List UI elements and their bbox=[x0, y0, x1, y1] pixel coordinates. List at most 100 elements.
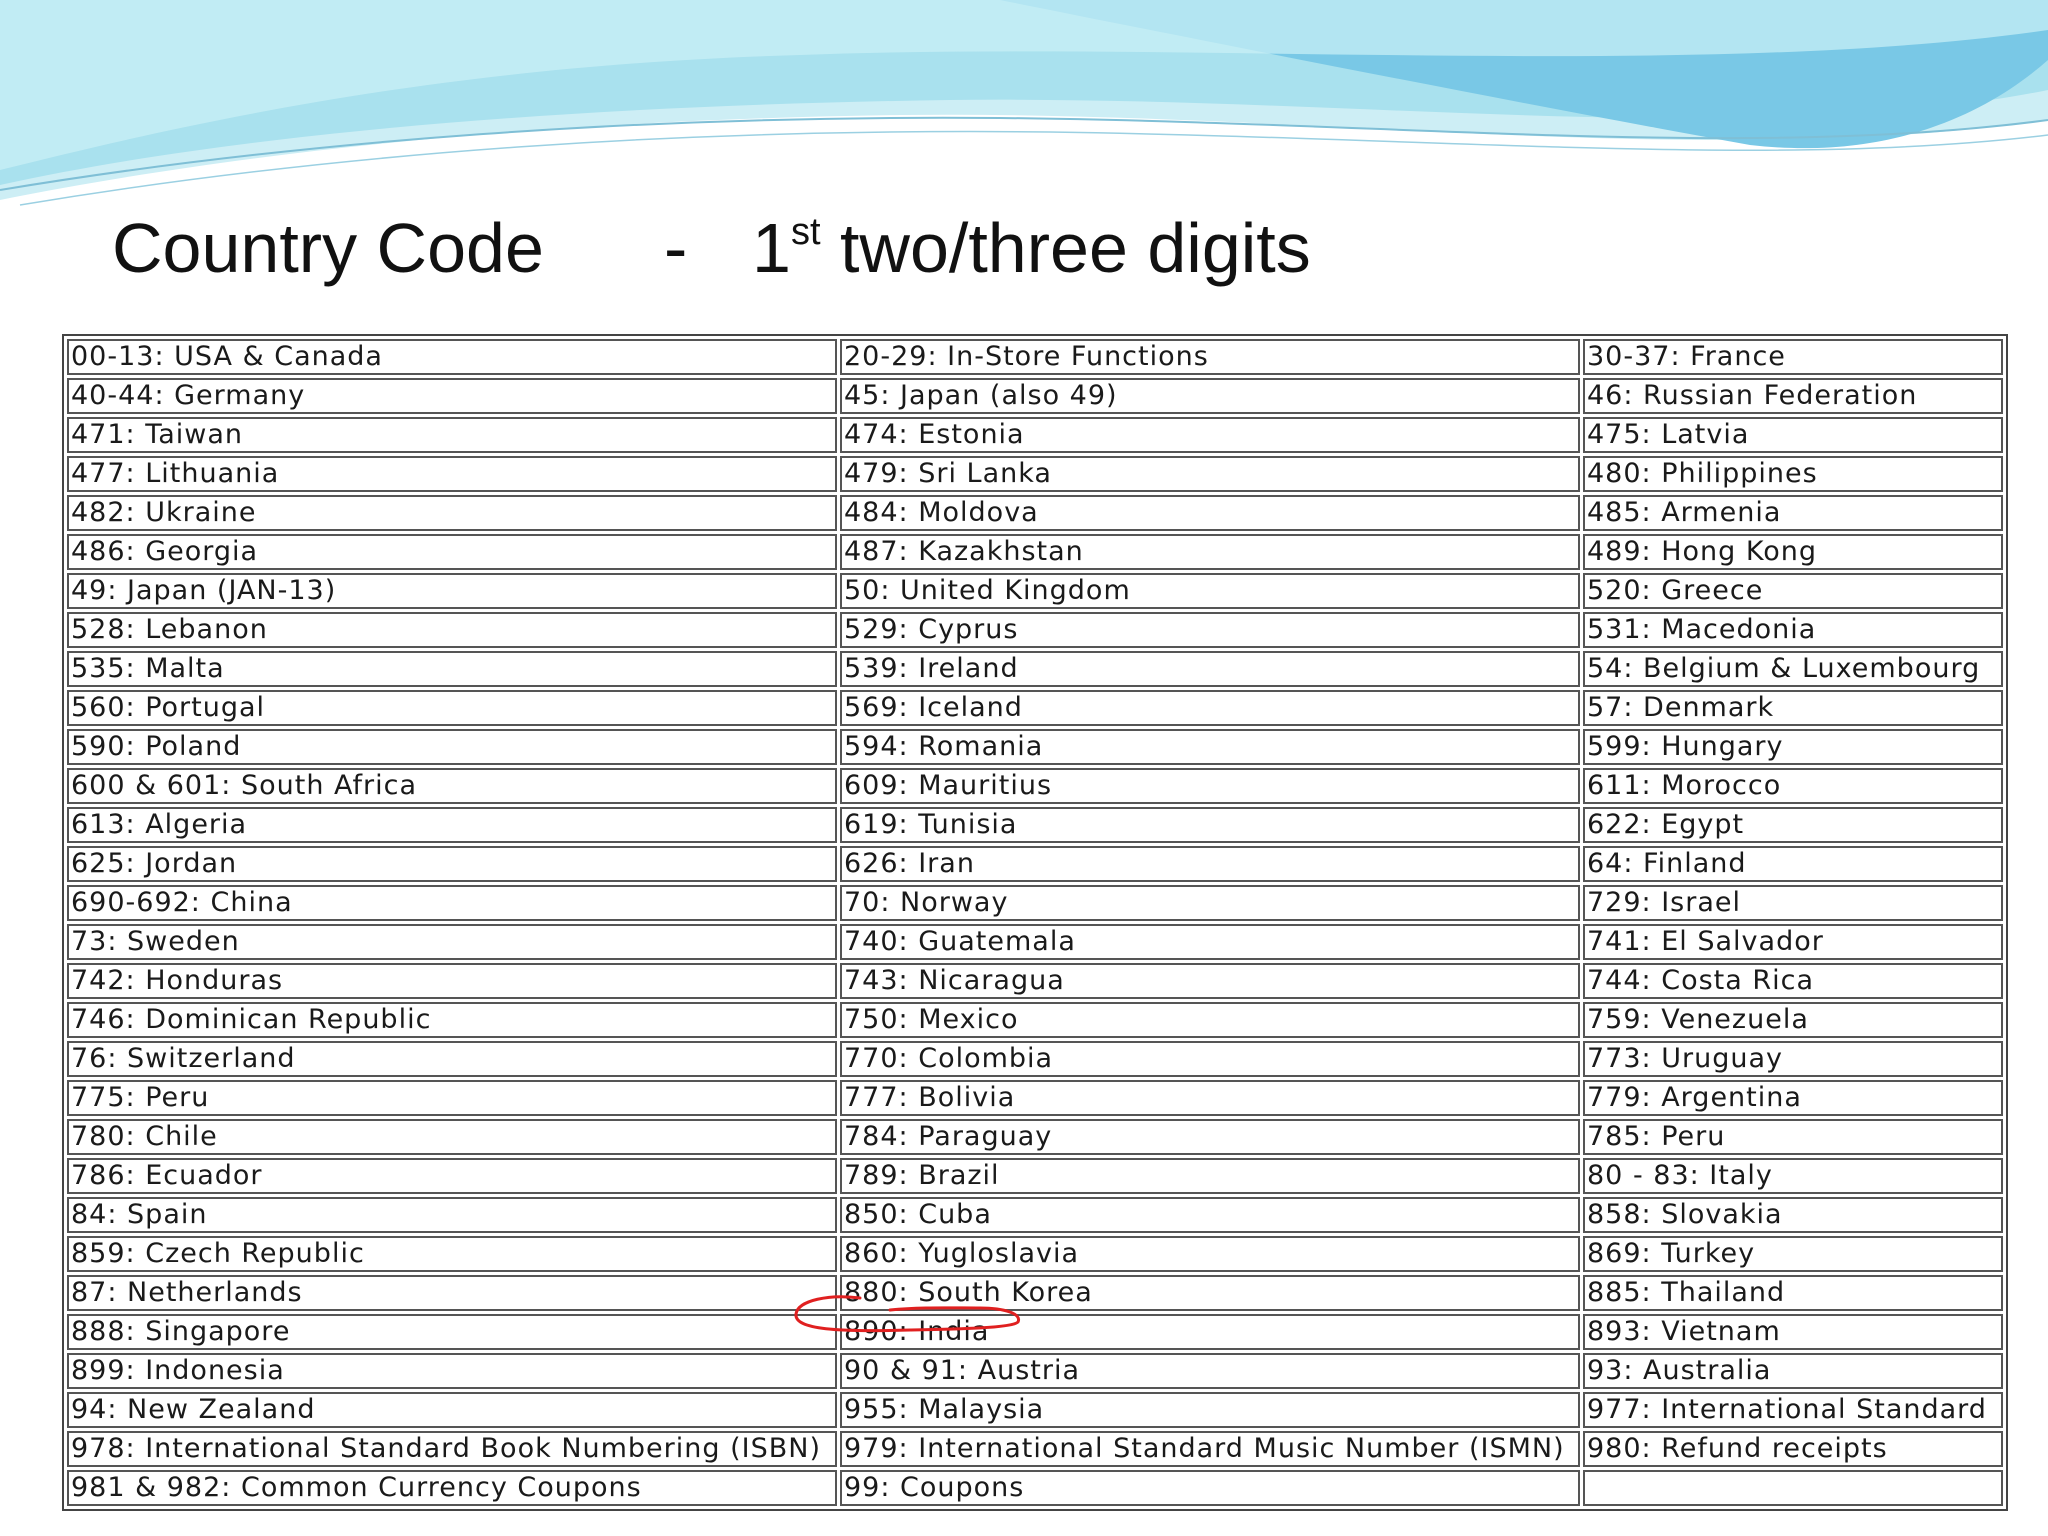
table-cell: 893: Vietnam bbox=[1583, 1314, 2003, 1350]
table-cell: 742: Honduras bbox=[67, 963, 837, 999]
table-cell: 609: Mauritius bbox=[840, 768, 1580, 804]
table-cell: 479: Sri Lanka bbox=[840, 456, 1580, 492]
title-ordinal-number: 1 bbox=[752, 209, 791, 287]
table-cell: 535: Malta bbox=[67, 651, 837, 687]
table-row: 00-13: USA & Canada 20-29: In-Store Funct… bbox=[67, 339, 2003, 375]
table-cell: 600 & 601: South Africa bbox=[67, 768, 837, 804]
table-row: 899: Indonesia 90 & 91: Austria 93: Austra… bbox=[67, 1353, 2003, 1389]
table-cell: 54: Belgium & Luxembourg bbox=[1583, 651, 2003, 687]
table-cell: 746: Dominican Republic bbox=[67, 1002, 837, 1038]
title-left: Country Code bbox=[112, 209, 544, 287]
table-cell: 860: Yugloslavia bbox=[840, 1236, 1580, 1272]
table-cell: 979: International Standard Music Number… bbox=[840, 1431, 1580, 1467]
table-cell: 00-13: USA & Canada bbox=[67, 339, 837, 375]
table-cell: 76: Switzerland bbox=[67, 1041, 837, 1077]
table-cell: 978: International Standard Book Numberi… bbox=[67, 1431, 837, 1467]
table-row: 528: Lebanon 529: Cyprus 531: Macedonia bbox=[67, 612, 2003, 648]
title-ordinal-suffix: st bbox=[790, 211, 821, 253]
table-cell: 46: Russian Federation bbox=[1583, 378, 2003, 414]
table-cell: 626: Iran bbox=[840, 846, 1580, 882]
table-cell: 90 & 91: Austria bbox=[840, 1353, 1580, 1389]
table-cell: 487: Kazakhstan bbox=[840, 534, 1580, 570]
table-row: 49: Japan (JAN-13) 50: United Kingdom 520:… bbox=[67, 573, 2003, 609]
table-cell: 70: Norway bbox=[840, 885, 1580, 921]
table-row: 560: Portugal 569: Iceland 57: Denmark bbox=[67, 690, 2003, 726]
slide-title: Country Code - 1st two/three digits bbox=[112, 206, 1311, 290]
table-cell: 980: Refund receipts bbox=[1583, 1431, 2003, 1467]
table-cell: 484: Moldova bbox=[840, 495, 1580, 531]
table-cell: 528: Lebanon bbox=[67, 612, 837, 648]
table-cell: 785: Peru bbox=[1583, 1119, 2003, 1155]
table-cell: 955: Malaysia bbox=[840, 1392, 1580, 1428]
table-cell: 744: Costa Rica bbox=[1583, 963, 2003, 999]
table-cell: 773: Uruguay bbox=[1583, 1041, 2003, 1077]
table-cell: 489: Hong Kong bbox=[1583, 534, 2003, 570]
table-cell: 474: Estonia bbox=[840, 417, 1580, 453]
table-cell: 740: Guatemala bbox=[840, 924, 1580, 960]
table-row: 690-692: China 70: Norway 729: Israel bbox=[67, 885, 2003, 921]
table-row: 73: Sweden 740: Guatemala 741: El Salvador bbox=[67, 924, 2003, 960]
table-cell: 858: Slovakia bbox=[1583, 1197, 2003, 1233]
table-row: 477: Lithuania 479: Sri Lanka 480: Philipp… bbox=[67, 456, 2003, 492]
table-row: 482: Ukraine 484: Moldova 485: Armenia bbox=[67, 495, 2003, 531]
table-cell: 40-44: Germany bbox=[67, 378, 837, 414]
table-cell: 99: Coupons bbox=[840, 1470, 1580, 1506]
table-cell: 480: Philippines bbox=[1583, 456, 2003, 492]
table-row: 76: Switzerland 770: Colombia 773: Uruguay bbox=[67, 1041, 2003, 1077]
country-code-table-body: 00-13: USA & Canada 20-29: In-Store Funct… bbox=[67, 339, 2003, 1506]
table-cell: 599: Hungary bbox=[1583, 729, 2003, 765]
table-cell: 779: Argentina bbox=[1583, 1080, 2003, 1116]
table-row: 742: Honduras 743: Nicaragua 744: Costa Ri… bbox=[67, 963, 2003, 999]
table-cell: 613: Algeria bbox=[67, 807, 837, 843]
table-cell: 594: Romania bbox=[840, 729, 1580, 765]
table-cell: 770: Colombia bbox=[840, 1041, 1580, 1077]
table-cell: 471: Taiwan bbox=[67, 417, 837, 453]
table-cell: 539: Ireland bbox=[840, 651, 1580, 687]
table-cell: 45: Japan (also 49) bbox=[840, 378, 1580, 414]
table-cell: 789: Brazil bbox=[840, 1158, 1580, 1194]
table-cell: 93: Australia bbox=[1583, 1353, 2003, 1389]
table-row: 600 & 601: South Africa 609: Mauritius 611… bbox=[67, 768, 2003, 804]
table-row: 84: Spain 850: Cuba 858: Slovakia bbox=[67, 1197, 2003, 1233]
table-cell: 981 & 982: Common Currency Coupons bbox=[67, 1470, 837, 1506]
table-row: 87: Netherlands 880: South Korea 885: Thai… bbox=[67, 1275, 2003, 1311]
table-row: 978: International Standard Book Numberi… bbox=[67, 1431, 2003, 1467]
table-cell: 741: El Salvador bbox=[1583, 924, 2003, 960]
table-cell: 590: Poland bbox=[67, 729, 837, 765]
table-cell: 775: Peru bbox=[67, 1080, 837, 1116]
table-cell: 850: Cuba bbox=[840, 1197, 1580, 1233]
table-cell: 64: Finland bbox=[1583, 846, 2003, 882]
table-cell: 477: Lithuania bbox=[67, 456, 837, 492]
table-row: 486: Georgia 487: Kazakhstan 489: Hong Kon… bbox=[67, 534, 2003, 570]
table-row: 981 & 982: Common Currency Coupons 99: Co… bbox=[67, 1470, 2003, 1506]
table-cell: 50: United Kingdom bbox=[840, 573, 1580, 609]
table-cell: 57: Denmark bbox=[1583, 690, 2003, 726]
table-row: 746: Dominican Republic 750: Mexico 759: V… bbox=[67, 1002, 2003, 1038]
table-row: 471: Taiwan 474: Estonia 475: Latvia bbox=[67, 417, 2003, 453]
table-row: 590: Poland 594: Romania 599: Hungary bbox=[67, 729, 2003, 765]
table-row: 775: Peru 777: Bolivia 779: Argentina bbox=[67, 1080, 2003, 1116]
table-cell: 560: Portugal bbox=[67, 690, 837, 726]
table-cell: 87: Netherlands bbox=[67, 1275, 837, 1311]
table-cell: 84: Spain bbox=[67, 1197, 837, 1233]
table-cell: 690-692: China bbox=[67, 885, 837, 921]
table-cell: 625: Jordan bbox=[67, 846, 837, 882]
table-cell: 94: New Zealand bbox=[67, 1392, 837, 1428]
table-cell: 759: Venezuela bbox=[1583, 1002, 2003, 1038]
table-cell: 529: Cyprus bbox=[840, 612, 1580, 648]
country-code-table: 00-13: USA & Canada 20-29: In-Store Funct… bbox=[62, 334, 2008, 1511]
table-cell: 486: Georgia bbox=[67, 534, 837, 570]
table-cell: 977: International Standard bbox=[1583, 1392, 2003, 1428]
table-cell: 73: Sweden bbox=[67, 924, 837, 960]
table-row: 613: Algeria 619: Tunisia 622: Egypt bbox=[67, 807, 2003, 843]
table-cell: 569: Iceland bbox=[840, 690, 1580, 726]
table-cell: 30-37: France bbox=[1583, 339, 2003, 375]
title-rest: two/three digits bbox=[839, 209, 1311, 287]
table-row: 786: Ecuador 789: Brazil 80 - 83: Italy bbox=[67, 1158, 2003, 1194]
table-cell: 485: Armenia bbox=[1583, 495, 2003, 531]
table-cell: 780: Chile bbox=[67, 1119, 837, 1155]
table-cell: 859: Czech Republic bbox=[67, 1236, 837, 1272]
table-row: 859: Czech Republic 860: Yugloslavia 869: … bbox=[67, 1236, 2003, 1272]
table-cell bbox=[1583, 1470, 2003, 1506]
table-cell: 899: Indonesia bbox=[67, 1353, 837, 1389]
